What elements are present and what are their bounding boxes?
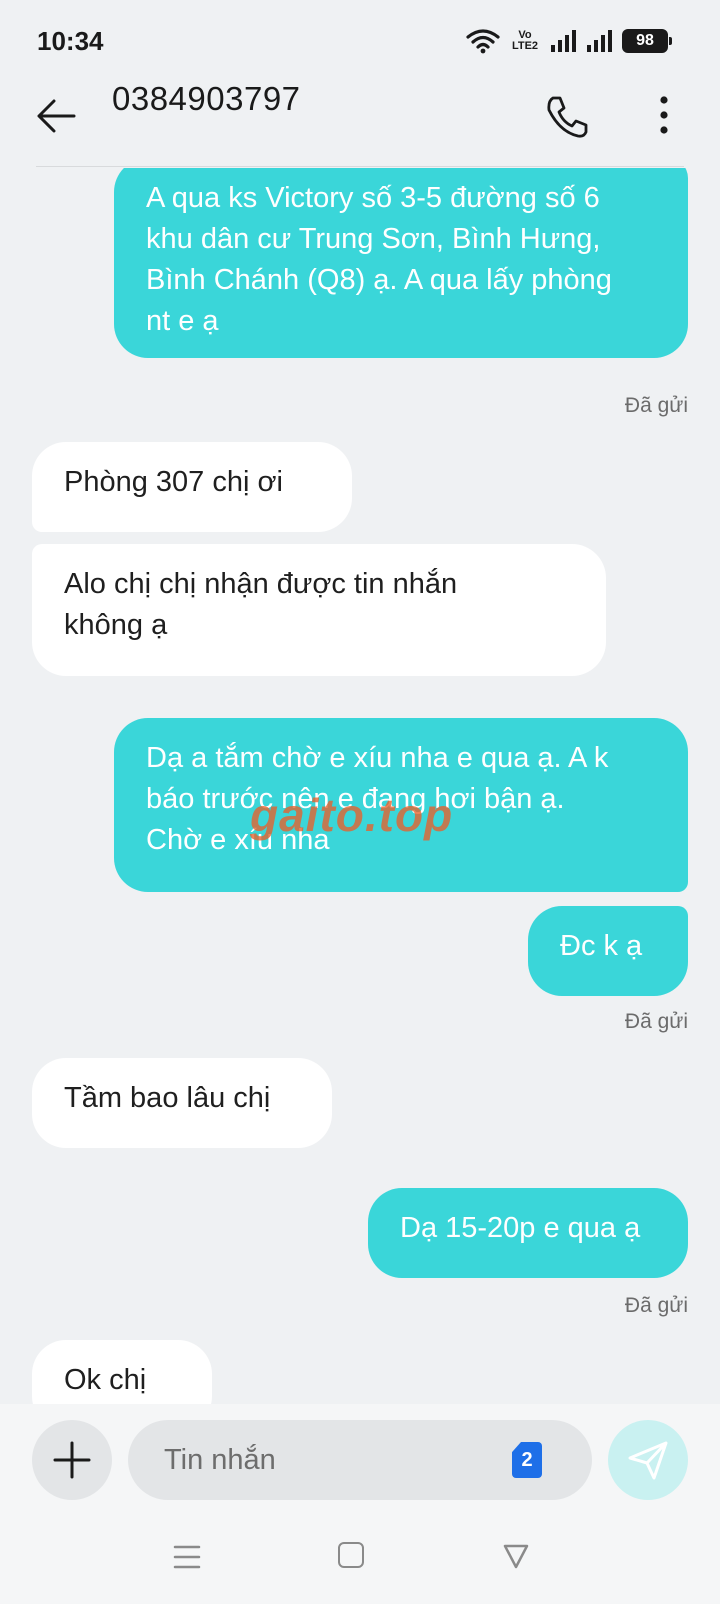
sent-status: Đã gửi xyxy=(624,1294,688,1317)
contact-title: 0384903797 xyxy=(112,80,301,117)
header-divider xyxy=(36,166,684,167)
more-options-button[interactable] xyxy=(650,94,678,140)
conversation-header: 0384903797 xyxy=(0,80,720,168)
recent-apps-button[interactable] xyxy=(172,1542,202,1572)
back-arrow-icon xyxy=(37,99,76,133)
back-triangle-icon xyxy=(503,1544,529,1569)
plus-icon xyxy=(53,1441,91,1479)
status-bar: 10:34 Vo LTE2 98 xyxy=(0,0,720,80)
sent-status: Đã gửi xyxy=(624,394,688,417)
incoming-message[interactable]: Tầm bao lâu chị xyxy=(32,1058,332,1148)
incoming-message[interactable]: Alo chị chị nhận được tin nhắn không ạ xyxy=(32,544,606,676)
wifi-icon xyxy=(466,28,500,54)
outgoing-message[interactable]: Dạ a tắm chờ e xíu nha e qua ạ. A k báo … xyxy=(114,718,688,892)
sent-status: Đã gửi xyxy=(624,1010,688,1033)
incoming-message[interactable]: Ok chị xyxy=(32,1340,212,1404)
system-nav-bar xyxy=(0,1514,720,1604)
outgoing-message[interactable]: Đc k ạ xyxy=(528,906,688,996)
signal-icon xyxy=(586,29,614,53)
outgoing-message[interactable]: A qua ks Victory số 3-5 đường số 6 khu d… xyxy=(114,168,688,358)
incoming-message[interactable]: Phòng 307 chị ơi xyxy=(32,442,352,532)
volte-icon: Vo LTE2 xyxy=(508,30,542,52)
status-time: 10:34 xyxy=(37,26,104,56)
call-button[interactable] xyxy=(544,94,590,140)
outgoing-message[interactable]: Dạ 15-20p e qua ạ xyxy=(368,1188,688,1278)
battery-icon: 98 xyxy=(622,29,672,53)
composer-bar: 2 xyxy=(0,1404,720,1514)
more-vertical-icon xyxy=(660,96,668,134)
send-button[interactable] xyxy=(608,1420,688,1500)
send-icon xyxy=(628,1441,668,1480)
nav-back-button[interactable] xyxy=(502,1542,530,1570)
add-attachment-button[interactable] xyxy=(32,1420,112,1500)
menu-icon xyxy=(173,1545,201,1569)
home-square-icon[interactable] xyxy=(338,1542,364,1568)
status-icons: Vo LTE2 98 xyxy=(466,26,672,56)
signal-icon xyxy=(550,29,578,53)
phone-icon xyxy=(547,96,588,138)
message-list[interactable]: A qua ks Victory số 3-5 đường số 6 khu d… xyxy=(0,168,720,1404)
sim-selector[interactable]: 2 xyxy=(512,1442,542,1478)
volte-line2: LTE2 xyxy=(511,40,539,52)
back-button[interactable] xyxy=(34,94,78,138)
